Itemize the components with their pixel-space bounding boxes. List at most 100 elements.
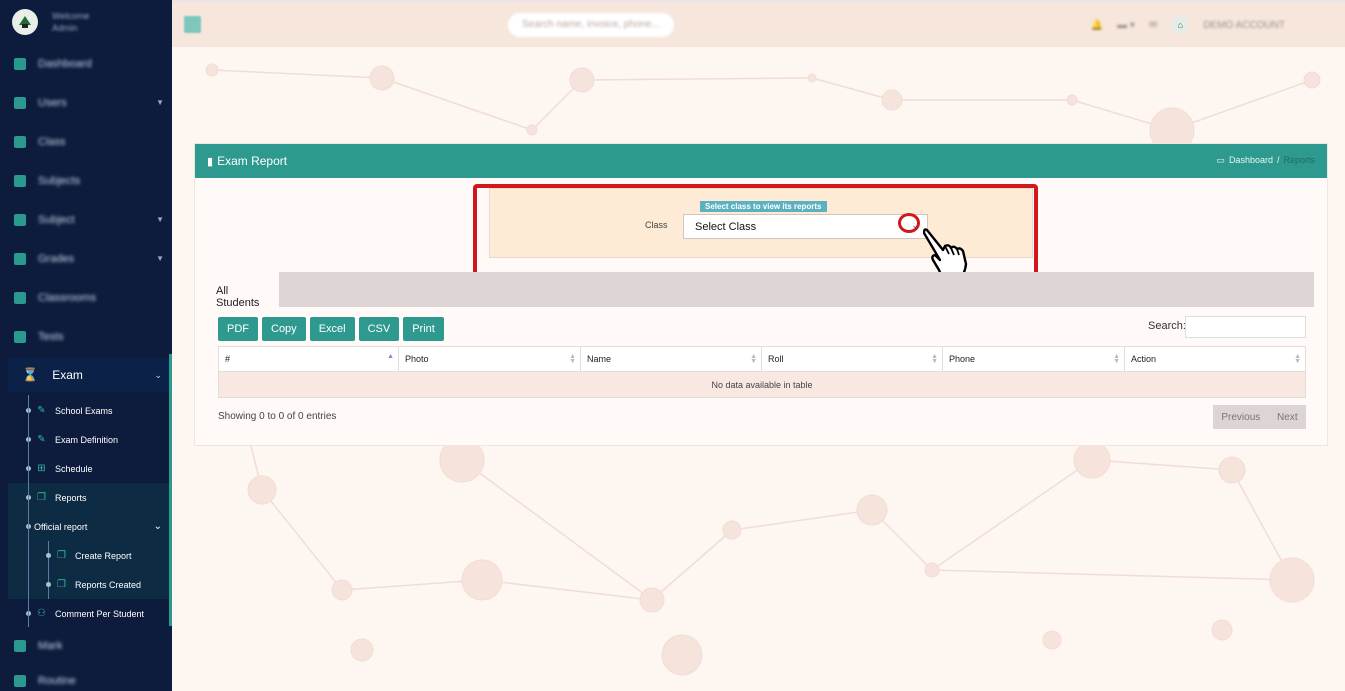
chevron-down-icon: ▼ <box>156 215 164 224</box>
sidebar-item-label: Mark <box>38 639 63 652</box>
subitem-label: Reports <box>55 492 87 503</box>
sort-icon: ▲ ▼ <box>1294 353 1301 365</box>
book-icon: ▮ <box>207 155 214 168</box>
chevron-down-icon: ▼ <box>156 254 164 263</box>
sidebar-subitem-create-report[interactable]: ❐ Create Report <box>8 541 172 570</box>
previous-button[interactable]: Previous <box>1221 412 1260 423</box>
school-logo[interactable] <box>12 9 38 35</box>
sidebar-item-exam[interactable]: ⌛ Exam ⌄ <box>8 358 172 392</box>
sidebar-item-label: Classrooms <box>38 291 97 304</box>
submenu-tree-line <box>28 395 29 627</box>
copy-icon: ❐ <box>57 550 66 561</box>
grade-icon <box>14 252 26 265</box>
sidebar-item-tests[interactable]: Tests <box>0 317 172 356</box>
sidebar-subitem-exam-definition[interactable]: ✎ Exam Definition <box>0 425 172 454</box>
tabs-bar: All Students <box>210 272 1314 309</box>
sitemap-icon: ⊞ <box>37 463 46 474</box>
sidebar-item-label: Dashboard <box>38 57 92 70</box>
menu-toggle-icon[interactable] <box>184 16 201 33</box>
chevron-down-icon: ⌄ <box>153 521 162 532</box>
bullet-dot <box>46 553 51 558</box>
flag-icon[interactable]: ▬ ▾ <box>1117 20 1135 31</box>
breadcrumb-home[interactable]: Dashboard <box>1229 155 1273 166</box>
global-search-input[interactable]: Search name, invoice, phone... <box>508 13 674 37</box>
subitem-label: Comment Per Student <box>55 608 145 619</box>
sidebar-item-label: Grades <box>38 252 75 265</box>
subitem-label: Schedule <box>55 463 93 474</box>
pencil-icon: ✎ <box>37 434 46 445</box>
print-button[interactable]: Print <box>403 317 444 341</box>
sidebar-item-dashboard[interactable]: Dashboard <box>0 44 172 83</box>
column-header-number[interactable]: # ▲ <box>218 346 399 372</box>
sidebar-subitem-school-exams[interactable]: ✎ School Exams <box>0 396 172 425</box>
sidebar-subitem-comment-per-student[interactable]: ⚇ Comment Per Student <box>0 599 172 628</box>
sidebar-item-class[interactable]: Class <box>0 122 172 161</box>
pencil-icon: ✎ <box>37 405 46 416</box>
sidebar-item-subject[interactable]: Subject ▼ <box>0 200 172 239</box>
topbar: Search name, invoice, phone... 🔔 ▬ ▾ ✉ ⌂… <box>172 0 1345 47</box>
mail-icon[interactable]: ✉ <box>1149 20 1157 31</box>
sidebar-item-routine[interactable]: Routine <box>0 663 172 691</box>
copy-button[interactable]: Copy <box>262 317 306 341</box>
users-icon: ⚇ <box>37 608 46 619</box>
bullet-dot <box>46 582 51 587</box>
next-button[interactable]: Next <box>1277 412 1298 423</box>
class-icon <box>14 135 26 148</box>
table-search-input[interactable] <box>1185 316 1306 338</box>
chevron-down-icon: ▼ <box>156 98 164 107</box>
sidebar-subitem-reports-created[interactable]: ❐ Reports Created <box>8 570 172 599</box>
sidebar-item-mark[interactable]: Mark <box>0 628 172 663</box>
column-header-phone[interactable]: Phone ▲ ▼ <box>942 346 1125 372</box>
hourglass-icon: ⌛ <box>22 367 39 382</box>
column-header-roll[interactable]: Roll ▲ ▼ <box>761 346 943 372</box>
export-buttons: PDF Copy Excel CSV Print <box>218 317 444 341</box>
sidebar-subitem-schedule[interactable]: ⊞ Schedule <box>0 454 172 483</box>
csv-button[interactable]: CSV <box>358 317 400 341</box>
sidebar-subitem-reports[interactable]: ❐ Reports <box>8 483 172 512</box>
bell-icon[interactable]: 🔔 <box>1091 20 1103 31</box>
sidebar: Welcome Admin Dashboard Users ▼ Class Sub… <box>0 0 172 691</box>
pdf-button[interactable]: PDF <box>218 317 258 341</box>
column-header-name[interactable]: Name ▲ ▼ <box>580 346 762 372</box>
chart-icon <box>14 330 26 343</box>
sidebar-item-label: Routine <box>38 674 76 687</box>
sidebar-item-subjects[interactable]: Subjects <box>0 161 172 200</box>
column-label: # <box>225 354 231 364</box>
sidebar-item-grades[interactable]: Grades ▼ <box>0 239 172 278</box>
sidebar-item-classrooms[interactable]: Classrooms <box>0 278 172 317</box>
active-section-rail <box>169 354 172 626</box>
exam-report-card: ▮ Exam Report ▭ Dashboard / Reports Sele… <box>194 143 1328 446</box>
copy-icon: ❐ <box>37 492 46 503</box>
sidebar-item-label: Subject <box>38 213 75 226</box>
sidebar-item-label: Tests <box>38 330 64 343</box>
column-header-action[interactable]: Action ▲ ▼ <box>1124 346 1306 372</box>
sidebar-item-users[interactable]: Users ▼ <box>0 83 172 122</box>
chevron-down-icon: ⌄ <box>154 369 162 380</box>
book-icon <box>14 174 26 187</box>
subitem-label: Create Report <box>75 550 132 561</box>
breadcrumb: ▭ Dashboard / Reports <box>1216 155 1315 166</box>
home-icon <box>14 57 26 70</box>
sidebar-subitem-official-report[interactable]: Official report ⌄ <box>8 512 172 541</box>
excel-button[interactable]: Excel <box>309 317 355 341</box>
subitem-label: Reports Created <box>75 579 142 590</box>
sort-icon: ▲ ▼ <box>931 353 938 365</box>
sidebar-item-label: Subjects <box>38 174 81 187</box>
tab-all-students[interactable]: All Students <box>210 272 279 309</box>
column-header-photo[interactable]: Photo ▲ ▼ <box>398 346 581 372</box>
sort-icon: ▲ ▼ <box>1113 353 1120 365</box>
account-avatar[interactable]: ⌂ <box>1171 16 1190 34</box>
user-name: Admin <box>52 23 78 33</box>
table-header-row: # ▲ Photo ▲ ▼ Name ▲ ▼ Roll ▲ ▼ Phone ▲ ▼ Action ▲… <box>218 346 1306 372</box>
sort-asc-icon: ▲ <box>387 353 394 360</box>
highlight-circle <box>898 213 920 233</box>
topbar-right: 🔔 ▬ ▾ ✉ ⌂ DEMO ACCOUNT <box>1091 16 1285 34</box>
subitem-label: Exam Definition <box>55 434 119 445</box>
column-label: Photo <box>405 354 429 364</box>
mark-icon <box>14 639 26 652</box>
empty-table-message: No data available in table <box>218 371 1306 398</box>
user-greeting: Welcome <box>52 11 90 21</box>
page-title: Exam Report <box>217 154 288 168</box>
classroom-icon <box>14 291 26 304</box>
account-name[interactable]: DEMO ACCOUNT <box>1203 20 1285 31</box>
